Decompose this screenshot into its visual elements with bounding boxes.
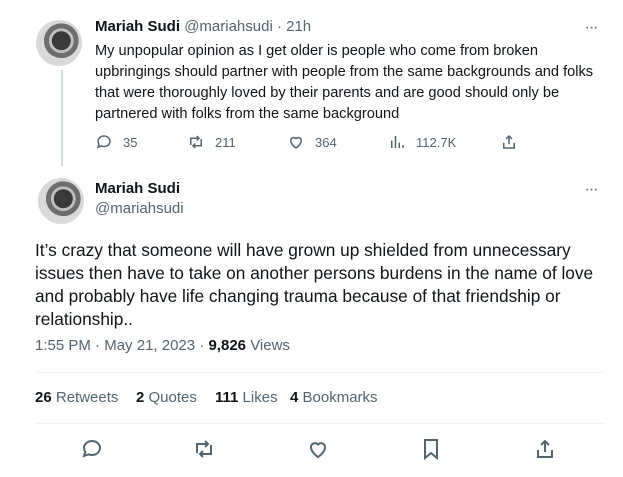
reply-button[interactable]: [80, 437, 104, 461]
likes-stat[interactable]: 111 Likes: [215, 389, 278, 406]
tweet-metadata: 1:55 PM · May 21, 2023 · 9,826 Views: [35, 337, 290, 354]
share-icon: [500, 133, 518, 151]
header-separator: ·: [276, 18, 282, 35]
likes-count: 111: [215, 389, 239, 406]
tweet-header: Mariah Sudi @mariahsudi · 21h: [95, 18, 311, 35]
share-button[interactable]: [533, 437, 557, 461]
tweet-action-bar: [35, 437, 575, 461]
likes-label: Likes: [242, 389, 278, 406]
quotes-count: 2: [136, 389, 145, 406]
like-count: 364: [315, 134, 337, 150]
avatar[interactable]: [38, 178, 84, 224]
more-icon[interactable]: ···: [581, 180, 601, 200]
reply-icon: [80, 437, 104, 461]
divider: [35, 372, 605, 373]
retweets-stat[interactable]: 26 Retweets: [35, 389, 118, 406]
author-name[interactable]: Mariah Sudi: [95, 180, 180, 197]
retweets-label: Retweets: [55, 389, 119, 406]
retweet-button[interactable]: 211: [187, 133, 236, 151]
author-name[interactable]: Mariah Sudi: [95, 18, 180, 35]
bookmarks-count: 4: [290, 389, 299, 406]
views-label: Views: [250, 337, 290, 354]
bookmarks-stat[interactable]: 4 Bookmarks: [290, 389, 378, 406]
retweets-count: 26: [35, 389, 52, 406]
retweet-button[interactable]: [192, 437, 216, 461]
like-icon: [306, 437, 330, 461]
tweet-time[interactable]: 21h: [286, 18, 311, 35]
reply-button[interactable]: 35: [95, 133, 137, 151]
retweet-icon: [192, 437, 216, 461]
tweet-text: My unpopular opinion as I get older is p…: [95, 43, 594, 122]
like-icon: [287, 133, 305, 151]
like-button[interactable]: [306, 437, 330, 461]
tweet-time[interactable]: 1:55 PM: [35, 337, 91, 354]
avatar[interactable]: [36, 20, 82, 66]
thread-connector-line: [61, 70, 63, 166]
divider: [35, 423, 605, 424]
views-count: 9,826: [208, 337, 247, 354]
more-icon[interactable]: ···: [581, 18, 601, 38]
bookmark-icon: [419, 437, 443, 461]
tweet-text: It’s crazy that someone will have grown …: [35, 240, 594, 329]
quotes-label: Quotes: [148, 389, 197, 406]
like-button[interactable]: 364: [287, 133, 337, 151]
reply-count: 35: [123, 134, 138, 150]
retweet-icon: [187, 133, 205, 151]
author-handle[interactable]: @mariahsudi: [95, 200, 184, 217]
author-handle[interactable]: @mariahsudi: [184, 18, 273, 35]
bookmarks-label: Bookmarks: [302, 389, 378, 406]
meta-separator: ·: [199, 337, 205, 354]
views-button[interactable]: 112.7K: [388, 133, 456, 151]
views-icon: [388, 133, 406, 151]
quotes-stat[interactable]: 2 Quotes: [136, 389, 197, 406]
tweet-action-bar: 35 211 364 112.7K: [95, 133, 565, 153]
reply-icon: [95, 133, 113, 151]
retweet-count: 211: [215, 134, 236, 150]
meta-separator: ·: [95, 337, 101, 354]
tweet-date[interactable]: May 21, 2023: [104, 337, 195, 354]
share-icon: [533, 437, 557, 461]
views-count: 112.7K: [416, 134, 457, 150]
bookmark-button[interactable]: [419, 437, 443, 461]
share-button[interactable]: [500, 133, 518, 151]
